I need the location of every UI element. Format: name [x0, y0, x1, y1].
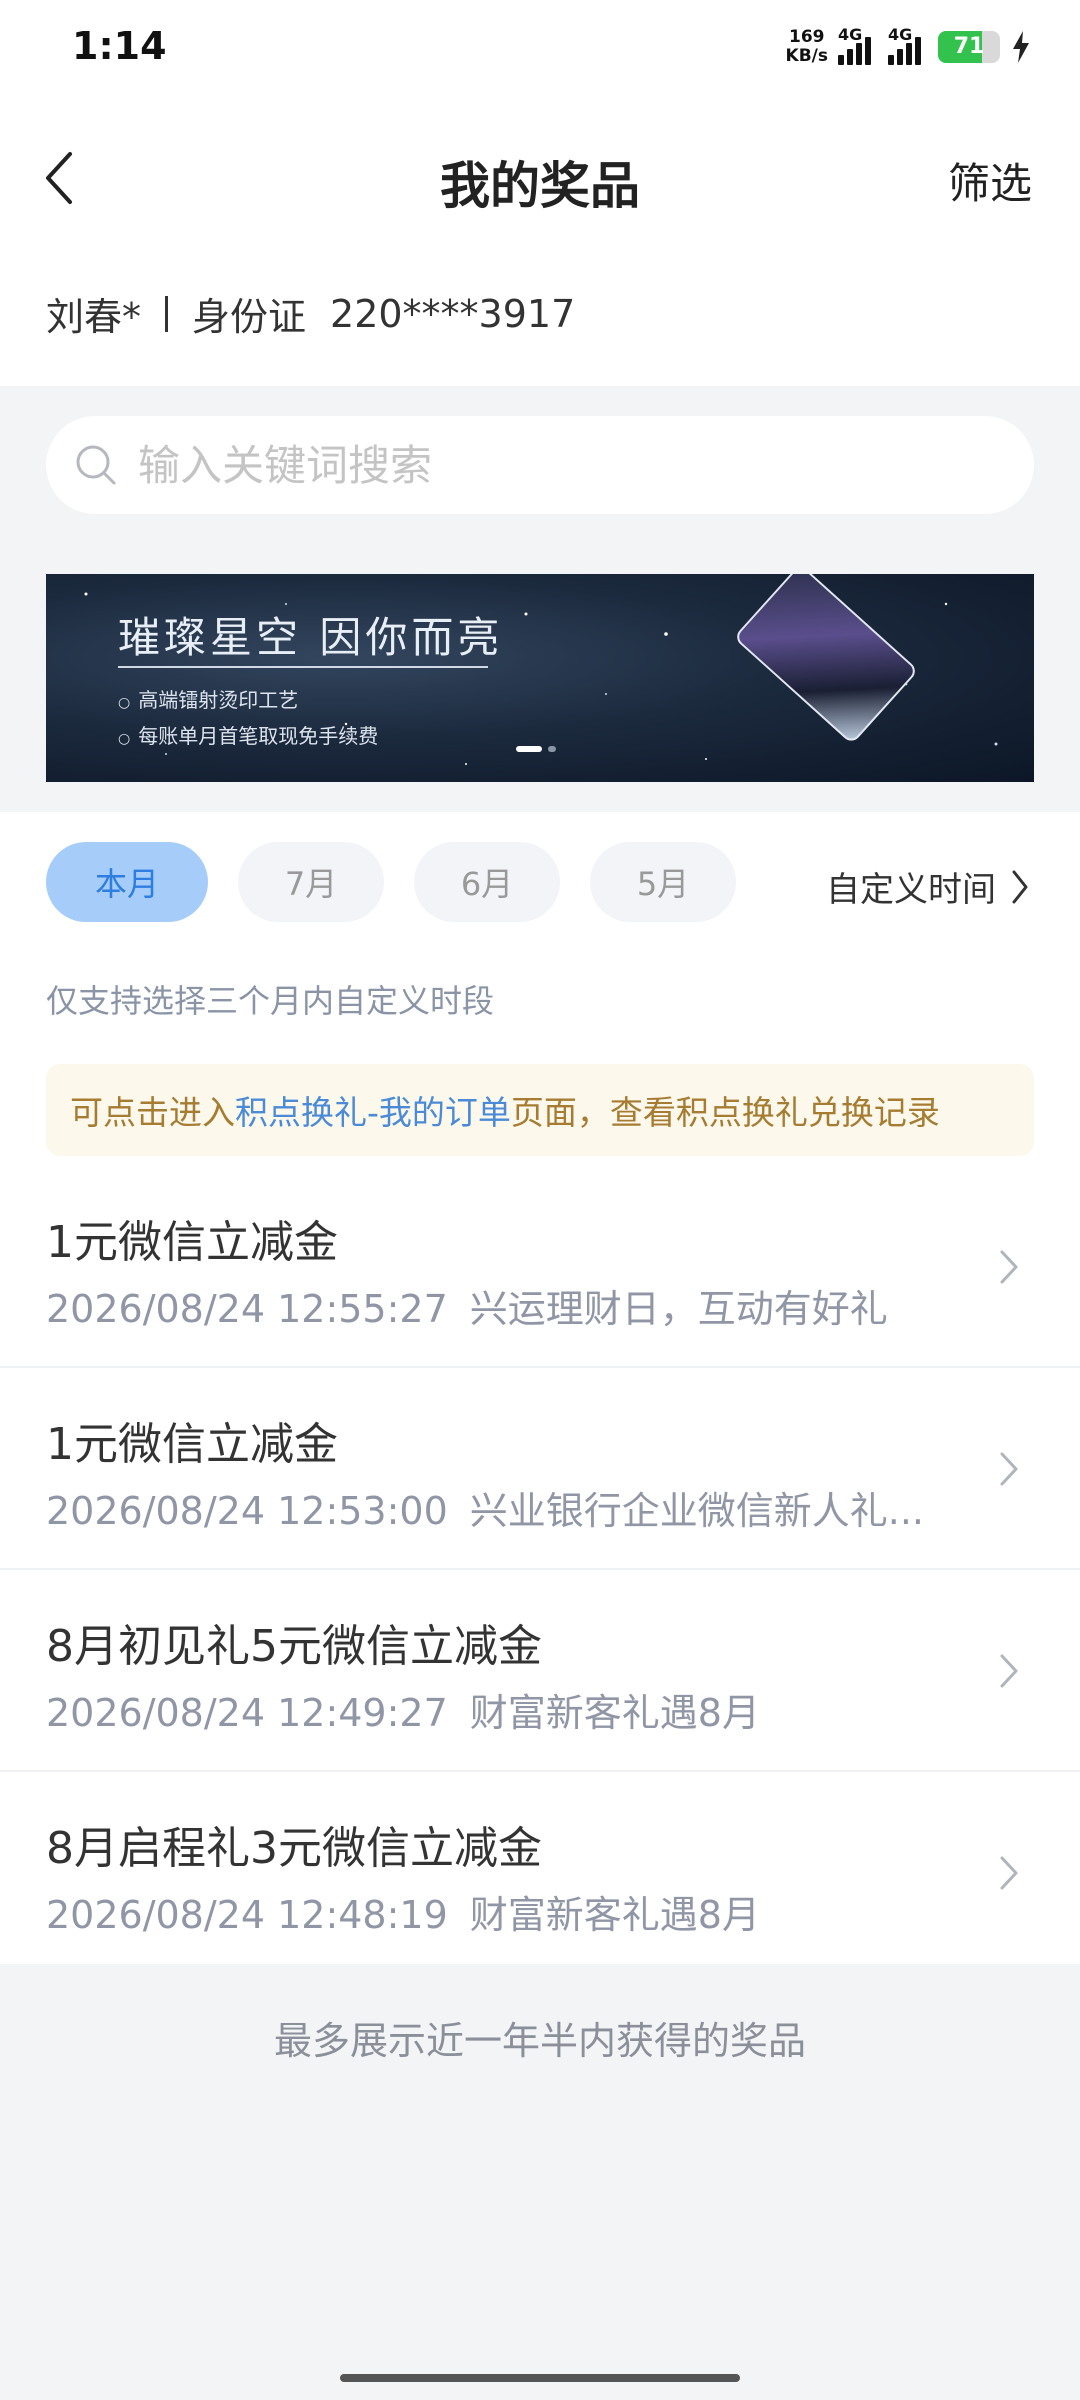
- notice-suffix: 页面，查看积点换礼兑换记录: [510, 1093, 940, 1132]
- list-item[interactable]: 8月启程礼3元微信立减金 2026/08/24 12:48:19 财富新客礼遇8月: [0, 1772, 1080, 1974]
- signal-label: 4G: [838, 25, 863, 44]
- orders-link[interactable]: 积点换礼-我的订单: [235, 1086, 511, 1134]
- search-bar[interactable]: [46, 416, 1034, 514]
- prize-meta: 2026/08/24 12:48:19 财富新客礼遇8月: [46, 1884, 946, 1939]
- carousel-indicator: [516, 746, 556, 752]
- banner-bullet: 高端镭射烫印工艺: [118, 684, 298, 713]
- prize-time: 2026/08/24 12:55:27: [46, 1287, 448, 1331]
- banner-bullet: 每账单月首笔取现免手续费: [118, 720, 378, 749]
- prize-title: 1元微信立减金: [46, 1419, 338, 1470]
- status-time: 1:14: [72, 24, 167, 68]
- list-item[interactable]: 8月初见礼5元微信立减金 2026/08/24 12:49:27 财富新客礼遇8月: [0, 1570, 1080, 1772]
- prize-title: 8月初见礼5元微信立减金: [46, 1621, 542, 1672]
- prize-activity: 兴业银行企业微信新人礼...: [469, 1489, 925, 1533]
- prize-activity: 财富新客礼遇8月: [469, 1691, 760, 1735]
- signal-icon: 4G: [888, 25, 928, 65]
- footer-note: 最多展示近一年半内获得的奖品: [273, 2019, 806, 2063]
- list-item[interactable]: 1元微信立减金 2026/08/24 12:53:00 兴业银行企业微信新人礼..…: [0, 1368, 1080, 1570]
- tab-may[interactable]: 5月: [590, 842, 736, 922]
- prize-activity: 兴运理财日，互动有好礼: [469, 1287, 888, 1331]
- tab-july[interactable]: 7月: [238, 842, 384, 922]
- prize-title: 8月启程礼3元微信立减金: [46, 1823, 542, 1874]
- status-bar: 1:14 169 KB/s 4G 4G 71: [0, 0, 1080, 100]
- chevron-right-icon: [1000, 1856, 1018, 1890]
- signal-label: 4G: [888, 25, 913, 44]
- chevron-right-icon: [1000, 1452, 1018, 1486]
- signal-icon: 4G: [838, 25, 878, 65]
- chevron-right-icon: [1000, 1654, 1018, 1688]
- notice-prefix: 可点击进入: [70, 1093, 235, 1132]
- user-info: 刘春* 身份证 220****3917: [46, 286, 575, 341]
- list-item[interactable]: 1元微信立减金 2026/08/24 12:55:27 兴运理财日，互动有好礼: [0, 1166, 1080, 1368]
- prize-time: 2026/08/24 12:49:27: [46, 1691, 448, 1735]
- chevron-right-icon: [1012, 870, 1028, 903]
- custom-time-button[interactable]: 自定义时间: [826, 862, 1030, 911]
- page-title: 我的奖品: [440, 157, 640, 215]
- prize-activity: 财富新客礼遇8月: [469, 1893, 760, 1937]
- banner-divider: [118, 666, 488, 668]
- search-input[interactable]: [138, 440, 998, 490]
- system-indicators: 169 KB/s 4G 4G 71: [786, 25, 1032, 66]
- custom-time-label: 自定义时间: [826, 870, 996, 910]
- tab-june[interactable]: 6月: [414, 842, 560, 922]
- chevron-right-icon: [1000, 1250, 1018, 1284]
- prize-time: 2026/08/24 12:53:00: [46, 1489, 448, 1533]
- filter-button[interactable]: 筛选: [948, 150, 1032, 211]
- notice-banner: 可点击进入 积点换礼-我的订单 页面，查看积点换礼兑换记录: [46, 1064, 1034, 1156]
- network-speed-value: 169: [789, 27, 825, 47]
- tab-this-month[interactable]: 本月: [46, 842, 208, 922]
- network-speed-unit: KB/s: [785, 46, 828, 66]
- prize-meta: 2026/08/24 12:49:27 财富新客礼遇8月: [46, 1682, 946, 1737]
- promo-banner[interactable]: 璀璨星空 因你而亮 高端镭射烫印工艺 每账单月首笔取现免手续费: [46, 574, 1034, 782]
- network-speed: 169 KB/s: [786, 28, 828, 66]
- range-hint: 仅支持选择三个月内自定义时段: [46, 982, 495, 1020]
- search-icon: [76, 445, 116, 485]
- id-type: 身份证: [192, 295, 307, 339]
- prize-time: 2026/08/24 12:48:19: [46, 1893, 448, 1937]
- home-indicator[interactable]: [340, 2374, 740, 2382]
- month-tabs: 本月 7月 6月 5月: [46, 842, 736, 922]
- user-name: 刘春*: [46, 295, 142, 339]
- prize-meta: 2026/08/24 12:53:00 兴业银行企业微信新人礼...: [46, 1480, 946, 1535]
- id-number: 220****3917: [330, 291, 576, 336]
- prize-list: 1元微信立减金 2026/08/24 12:55:27 兴运理财日，互动有好礼 1…: [0, 1166, 1080, 1974]
- divider: [165, 295, 169, 332]
- banner-headline: 璀璨星空 因你而亮: [118, 613, 504, 662]
- prize-meta: 2026/08/24 12:55:27 兴运理财日，互动有好礼: [46, 1278, 946, 1333]
- battery-level: 71: [953, 34, 985, 59]
- prize-title: 1元微信立减金: [46, 1217, 338, 1268]
- charging-icon: [1013, 31, 1029, 63]
- battery-icon: 71: [938, 31, 1000, 63]
- prize-section: 本月 7月 6月 5月 自定义时间 仅支持选择三个月内自定义时段 可点击进入 积…: [0, 812, 1080, 1964]
